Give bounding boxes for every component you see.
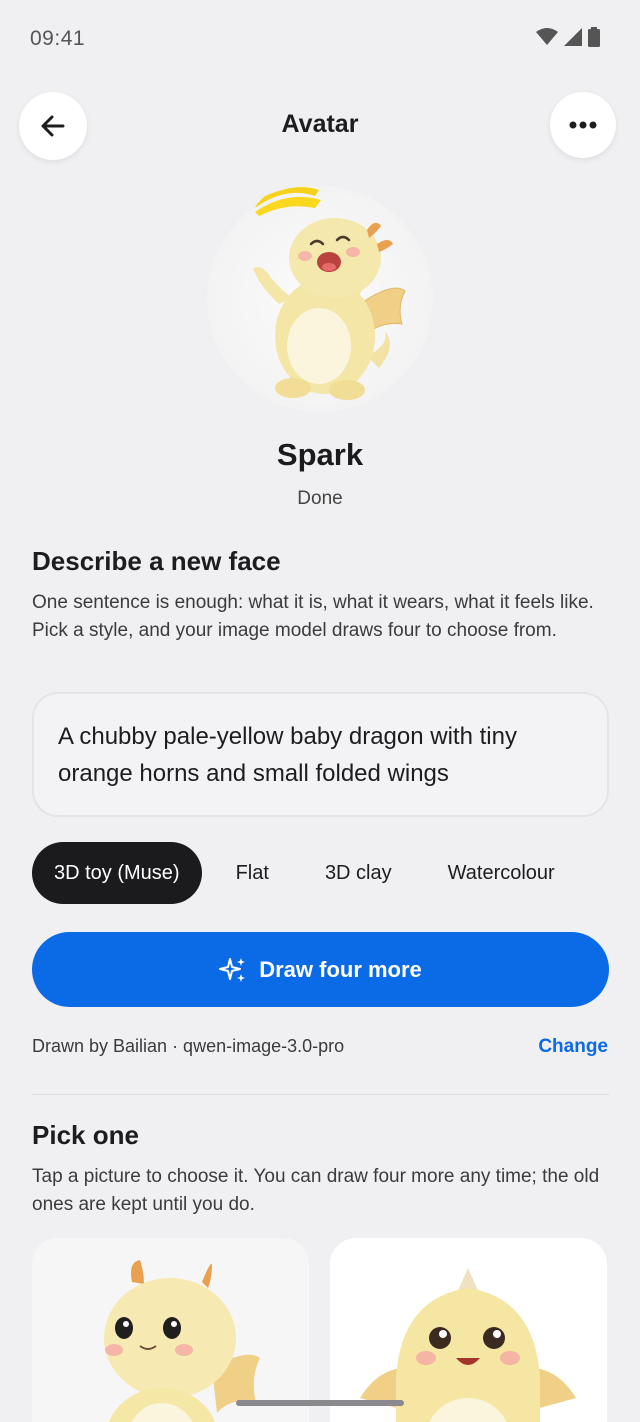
more-options-button[interactable]	[550, 92, 616, 158]
dragon-candidate-2	[360, 1268, 576, 1422]
candidate-grid	[32, 1238, 609, 1422]
dragon-illustration	[253, 187, 406, 400]
pick-title: Pick one	[32, 1120, 139, 1150]
style-chip-watercolour[interactable]: Watercolour	[414, 842, 589, 904]
style-chips: 3D toy (Muse) Flat 3D clay Watercolour	[32, 842, 608, 904]
candidate-card-1[interactable]	[32, 1238, 309, 1422]
page-title: Avatar	[281, 110, 359, 138]
signal-icon	[564, 28, 582, 46]
style-chip-3d-clay[interactable]: 3D clay	[303, 842, 414, 904]
home-indicator[interactable]	[236, 1400, 404, 1406]
status-bar: 09:41	[0, 0, 640, 78]
style-chip-flat[interactable]: Flat	[202, 842, 303, 904]
status-time: 09:41	[30, 27, 86, 50]
describe-title: Describe a new face	[32, 546, 281, 576]
wifi-icon	[536, 28, 558, 45]
draw-button-label: Draw four more	[259, 956, 422, 982]
more-horizontal-icon	[569, 121, 597, 129]
avatar-name: Spark	[276, 437, 364, 472]
model-info: Drawn by Bailian · qwen-image-3.0-pro	[32, 1036, 345, 1056]
candidate-card-2[interactable]	[330, 1238, 607, 1422]
describe-description: One sentence is enough: what it is, what…	[32, 592, 594, 641]
dragon-candidate-1	[104, 1260, 260, 1422]
status-icons	[536, 27, 600, 47]
divider	[32, 1094, 609, 1095]
avatar-image	[207, 186, 433, 412]
change-model-link[interactable]: Change	[538, 1036, 608, 1058]
battery-icon	[588, 27, 600, 47]
prompt-input[interactable]: A chubby pale-yellow baby dragon with ti…	[32, 692, 609, 817]
avatar-status: Done	[297, 488, 343, 509]
style-chip-3d-toy[interactable]: 3D toy (Muse)	[32, 842, 202, 904]
draw-four-more-button[interactable]: Draw four more	[32, 932, 609, 1007]
pick-description: Tap a picture to choose it. You can draw…	[32, 1166, 600, 1215]
sparkle-icon	[219, 957, 246, 982]
